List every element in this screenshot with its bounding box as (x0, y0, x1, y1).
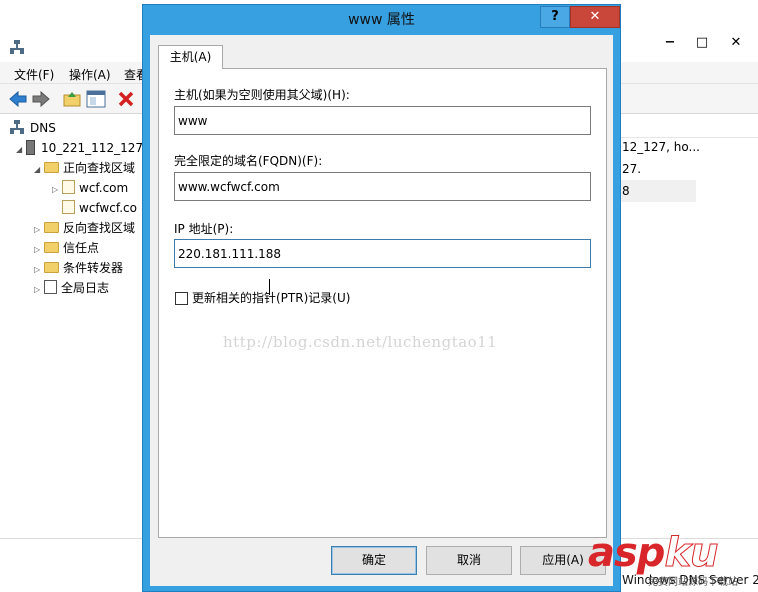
tree-label: 反向查找区域 (63, 221, 136, 235)
dialog-client-area: 主机(A) 主机(如果为空则使用其父域)(H): 完全限定的域名(FQDN)(F… (150, 35, 613, 586)
tree-label: DNS (30, 121, 56, 135)
details-row[interactable]: 12_127, ho... (622, 140, 700, 154)
tree-label: 10_221_112_127 (41, 141, 143, 155)
tree-item-global-logs[interactable]: ▷ 全局日志 (34, 278, 109, 298)
collapsed-triangle-icon[interactable]: ▷ (34, 220, 44, 240)
fqdn-label: 完全限定的域名(FQDN)(F): (174, 154, 323, 168)
tree-item-dns[interactable]: DNS (10, 118, 56, 138)
host-label: 主机(如果为空则使用其父域)(H): (174, 88, 350, 102)
tree-label: wcfwcf.co (79, 201, 137, 215)
tree-label: 正向查找区域 (63, 161, 136, 175)
tree-label: wcf.com (79, 181, 129, 195)
server-icon (26, 140, 35, 155)
menu-file[interactable]: 文件(F) (14, 66, 54, 83)
tree-item-conditional-forwarders[interactable]: ▷ 条件转发器 (34, 258, 123, 278)
tab-panel-host: 主机(如果为空则使用其父域)(H): 完全限定的域名(FQDN)(F): IP … (158, 68, 607, 538)
help-button[interactable]: ? (540, 6, 570, 28)
zone-icon (62, 200, 75, 214)
cancel-button[interactable]: 取消 (426, 546, 512, 575)
collapsed-triangle-icon[interactable]: ▷ (34, 260, 44, 280)
update-ptr-checkbox[interactable] (175, 292, 188, 305)
delete-icon[interactable] (116, 89, 136, 109)
details-row[interactable]: 27. (622, 162, 641, 176)
tree-label: 条件转发器 (63, 261, 124, 275)
collapsed-triangle-icon[interactable]: ▷ (34, 240, 44, 260)
tree-item-reverse-zones[interactable]: ▷ 反向查找区域 (34, 218, 135, 238)
aspku-logo: aspku (588, 530, 719, 577)
fqdn-input[interactable] (174, 172, 591, 201)
details-pane: 12_127, ho... 27. 8 (620, 114, 758, 534)
show-console-tree-icon[interactable] (86, 89, 106, 109)
host-input[interactable] (174, 106, 591, 135)
ip-label: IP 地址(P): (174, 222, 234, 236)
tree-item-zone-wcfwcf[interactable]: wcfwcf.co (62, 198, 137, 218)
ok-button[interactable]: 确定 (331, 546, 417, 575)
details-row[interactable]: 8 (622, 184, 630, 198)
collapsed-triangle-icon[interactable]: ▷ (34, 280, 44, 300)
folder-icon (44, 262, 59, 273)
column-header[interactable] (620, 118, 758, 138)
update-ptr-label[interactable]: 更新相关的指针(PTR)记录(U) (192, 289, 350, 306)
tree-item-trust-points[interactable]: ▷ 信任点 (34, 238, 99, 258)
logo-text: asp (588, 530, 665, 576)
log-icon (44, 280, 57, 294)
expanded-triangle-icon[interactable]: ◢ (16, 140, 26, 160)
selected-row-highlight (620, 180, 696, 202)
forward-arrow-icon[interactable] (31, 89, 51, 109)
close-dialog-button[interactable]: ✕ (570, 6, 620, 28)
properties-dialog: www 属性 ? ✕ 主机(A) 主机(如果为空则使用其父域)(H): 完全限定… (142, 4, 621, 592)
folder-icon (44, 222, 59, 233)
collapsed-triangle-icon[interactable]: ▷ (52, 180, 62, 200)
expanded-triangle-icon[interactable]: ◢ (34, 160, 44, 180)
close-main-button[interactable]: ✕ (720, 32, 752, 54)
up-folder-icon[interactable] (62, 89, 82, 109)
logo-subtitle: 免费网站源码下载站 (648, 577, 738, 588)
ip-address-input[interactable] (174, 239, 591, 268)
menu-action[interactable]: 操作(A) (69, 66, 111, 83)
dns-icon (10, 120, 24, 134)
back-arrow-icon[interactable] (8, 89, 28, 109)
maximize-button[interactable]: □ (686, 32, 718, 54)
console-tree: DNS ◢ 10_221_112_127 ◢ 正向查找区域 ▷ wcf.com wcf… (0, 114, 145, 534)
folder-icon (44, 162, 59, 173)
tab-host[interactable]: 主机(A) (158, 45, 223, 69)
tree-item-forward-zones[interactable]: ◢ 正向查找区域 (34, 158, 135, 178)
minimize-button[interactable]: − (654, 32, 686, 54)
tree-item-server[interactable]: ◢ 10_221_112_127 (16, 138, 143, 158)
folder-icon (44, 242, 59, 253)
tree-label: 信任点 (63, 241, 100, 255)
dns-app-icon (10, 40, 24, 54)
logo-suffix: ku (664, 530, 719, 577)
watermark-text: http://blog.csdn.net/luchengtao11 (223, 333, 498, 351)
tree-item-zone-wcf[interactable]: ▷ wcf.com (52, 178, 128, 198)
tree-label: 全局日志 (61, 281, 110, 295)
zone-icon (62, 180, 75, 194)
